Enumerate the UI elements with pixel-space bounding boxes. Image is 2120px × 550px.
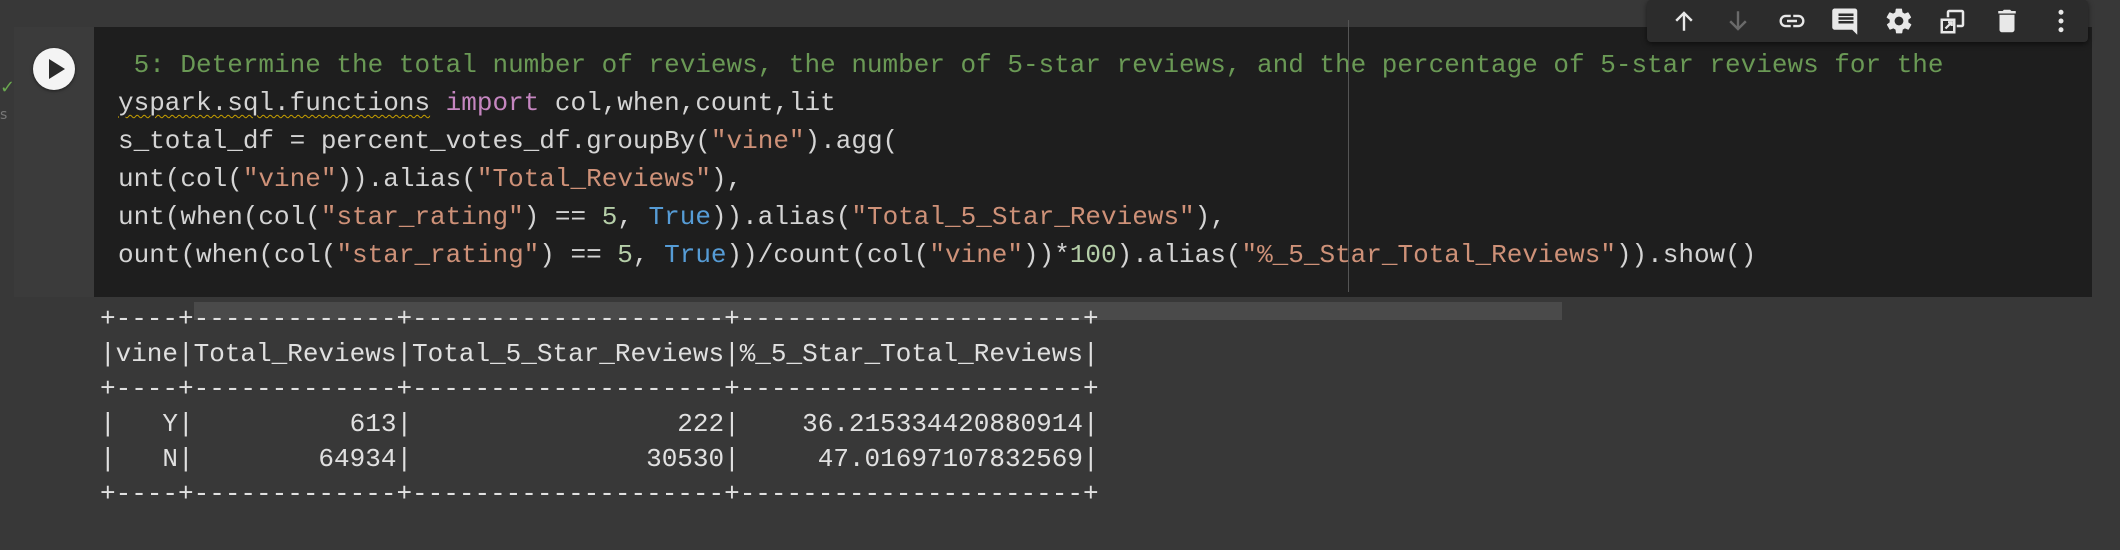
play-icon — [49, 59, 65, 79]
link-icon — [1779, 14, 1805, 28]
arrow-down-icon — [1729, 11, 1747, 31]
module-name: yspark.sql.functions — [118, 88, 431, 118]
code-text[interactable]: 5: Determine the total number of reviews… — [118, 46, 1944, 274]
link-to-cell-button[interactable] — [1765, 0, 1819, 42]
arrow-up-icon — [1675, 11, 1693, 31]
more-actions-button[interactable] — [2034, 0, 2088, 42]
more-vert-icon — [2058, 9, 2064, 33]
comment-icon — [1831, 8, 1857, 35]
move-cell-up-button[interactable] — [1657, 0, 1711, 42]
table-row: | N| 64934| 30530| 47.01697107832569| — [100, 444, 1099, 474]
cell-output: +----+-------------+--------------------… — [100, 302, 1099, 512]
mirror-cell-icon — [1940, 9, 1965, 34]
add-comment-button[interactable] — [1819, 0, 1873, 42]
import-keyword: import — [445, 88, 540, 118]
code-cell[interactable]: 5: Determine the total number of reviews… — [14, 27, 2092, 320]
delete-cell-button[interactable] — [1980, 0, 2034, 42]
run-cell-button[interactable] — [33, 48, 75, 90]
code-editor[interactable]: 5: Determine the total number of reviews… — [94, 27, 2092, 297]
move-cell-down-button[interactable] — [1711, 0, 1765, 42]
gear-icon — [1887, 8, 1912, 34]
cell-settings-button[interactable] — [1873, 0, 1927, 42]
trash-icon — [1998, 9, 2016, 33]
run-area — [14, 27, 94, 297]
table-row: | Y| 613| 222| 36.215334420880914| — [100, 409, 1099, 439]
table-border: +----+-------------+--------------------… — [100, 304, 1099, 334]
table-border: +----+-------------+--------------------… — [100, 479, 1099, 509]
execution-check-icon: ✓ — [0, 77, 16, 98]
table-border: +----+-------------+--------------------… — [100, 374, 1099, 404]
code-comment: 5: Determine the total number of reviews… — [118, 50, 1944, 80]
table-header: |vine|Total_Reviews|Total_5_Star_Reviews… — [100, 339, 1099, 369]
gutter-label: s — [0, 107, 8, 123]
left-gutter: ✓ s — [0, 27, 16, 550]
mirror-cell-button[interactable] — [1926, 0, 1980, 42]
ruler-line — [1348, 20, 1349, 292]
cell-toolbar — [1647, 0, 2088, 42]
